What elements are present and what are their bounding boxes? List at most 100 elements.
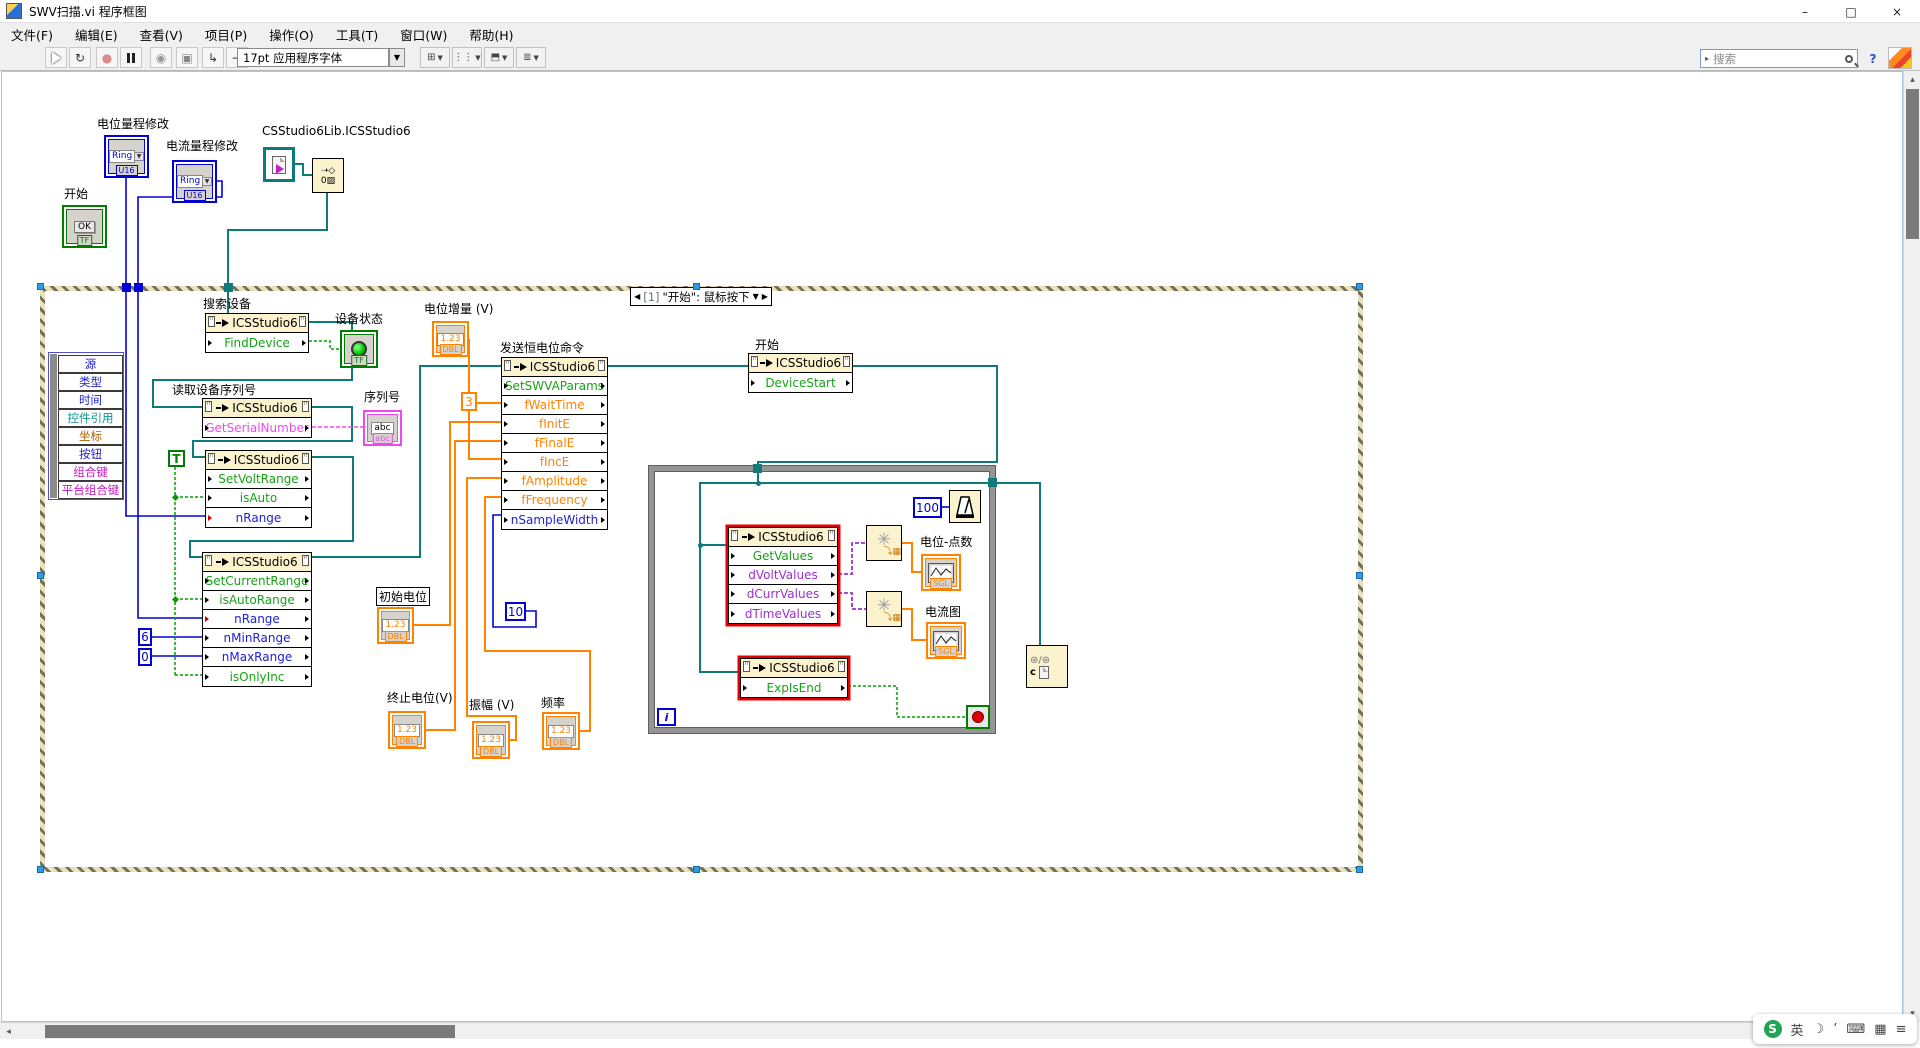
param-famplitude[interactable]: fAmplitude [502,472,607,491]
sogou-logo-icon[interactable]: S [1764,1020,1782,1038]
device-start-label[interactable]: 开始 [755,336,779,353]
event-data-coords[interactable]: 坐标 [58,427,123,445]
event-data-time[interactable]: 时间 [58,391,123,409]
param-fince[interactable]: fIncE [502,453,607,472]
loop-condition-terminal[interactable] [966,705,990,729]
start-button-label[interactable]: 开始 [64,185,88,202]
method-set-volt-range[interactable]: SetVoltRange [206,470,311,489]
method-device-start[interactable]: DeviceStart [749,373,852,392]
curr-range-ring-terminal[interactable]: Ring▼ U16 [172,160,217,203]
device-status-led[interactable]: TF [340,330,378,368]
event-data-source[interactable]: 源 [58,355,123,373]
param-ffrequency[interactable]: fFrequency [502,491,607,510]
amplitude-dbl-terminal[interactable]: 1.23 DBL [472,721,510,759]
invoke-node-exp-is-end[interactable]: ?!ICSStudio6?! ExpIsEnd [740,658,848,698]
init-e-label[interactable]: 初始电位 [376,587,430,606]
constructor-node[interactable]: ➝◇0▨ [312,158,344,193]
wait-time-constant[interactable]: 3 [461,392,477,411]
invoke-node-get-serial[interactable]: ?!ICSStudio6?! GetSerialNumber [202,398,312,438]
param-nsamplewidth[interactable]: nSampleWidth [502,510,607,529]
device-status-label[interactable]: 设备状态 [335,310,383,327]
class-constant-label[interactable]: CSStudio6Lib.ICSStudio6 [262,124,411,138]
loop-iteration-terminal[interactable]: i [657,708,676,726]
param-isautorange[interactable]: isAutoRange [203,591,311,610]
param-ffinale[interactable]: fFinalE [502,434,607,453]
frequency-dbl-terminal[interactable]: 1.23 DBL [542,712,580,750]
frequency-label[interactable]: 频率 [541,694,565,711]
selection-handle[interactable] [1356,572,1363,579]
event-data-button[interactable]: 按钮 [58,445,123,463]
chart-volt-label[interactable]: 电位-点数 [920,533,972,550]
method-set-swva-params[interactable]: SetSWVAParams [502,377,607,396]
ime-moon-icon[interactable]: ☽ [1813,1022,1825,1037]
method-find-device[interactable]: FindDevice [206,333,308,352]
ime-skin-icon[interactable]: ▦ [1874,1022,1886,1037]
invoke-node-find-device[interactable]: ?!ICSStudio6?! FindDevice [205,313,309,353]
nmin-constant[interactable]: 6 [138,628,152,646]
curr-range-label[interactable]: 电流量程修改 [166,137,238,154]
param-fwaittime[interactable]: fWaitTime [502,396,607,415]
ime-toolbar[interactable]: S 英 ☽ ’ ⌨ ▦ ≡ [1753,1014,1917,1044]
method-get-values[interactable]: GetValues [729,547,837,566]
event-data-ctlref[interactable]: 控件引用 [58,409,123,427]
param-nrange[interactable]: nRange [206,508,311,527]
selection-handle[interactable] [37,866,44,873]
selection-handle[interactable] [1356,866,1363,873]
method-get-serial[interactable]: GetSerialNumber [203,418,311,437]
param-dtimevalues[interactable]: dTimeValues [729,604,837,623]
param-dcurrvalues[interactable]: dCurrValues [729,585,837,604]
volt-chart-indicator[interactable]: SGL [921,554,961,591]
array-conversion-icon[interactable]: ✳ ⤵▦ [866,525,902,561]
init-e-dbl-terminal[interactable]: 1.23 DBL [377,607,414,644]
selection-handle[interactable] [37,283,44,290]
array-conversion-icon[interactable]: ✳ ⤵▦ [866,591,902,627]
param-nmaxrange[interactable]: nMaxRange [203,648,311,667]
method-exp-is-end[interactable]: ExpIsEnd [741,678,847,697]
increment-label[interactable]: 电位增量 (V) [424,300,493,317]
send-command-label[interactable]: 发送恒电位命令 [500,339,584,356]
serial-label[interactable]: 序列号 [364,388,400,405]
read-serial-label[interactable]: 读取设备序列号 [172,381,256,398]
event-data-mods[interactable]: 组合键 [58,463,123,481]
selection-handle[interactable] [1356,283,1363,290]
invoke-node-set-volt-range[interactable]: ?!ICSStudio6?! SetVoltRange isAuto nRang… [205,450,312,528]
true-constant[interactable]: T [168,450,185,467]
ime-keyboard-icon[interactable]: ⌨ [1846,1022,1865,1037]
invoke-node-get-values[interactable]: ?!ICSStudio6?! GetValues dVoltValues dCu… [728,527,838,624]
invoke-node-set-swva-params[interactable]: ?!ICSStudio6?! SetSWVAParams fWaitTime f… [501,357,608,530]
ime-menu-icon[interactable]: ≡ [1896,1022,1907,1037]
selection-handle[interactable] [693,283,700,290]
param-dvoltvalues[interactable]: dVoltValues [729,566,837,585]
final-e-dbl-terminal[interactable]: 1.23 DBL [388,711,426,749]
ime-punctuation-icon[interactable]: ’ [1833,1022,1837,1037]
increment-dbl-terminal[interactable]: 1.23 DBL [432,321,469,357]
param-isonlyinc[interactable]: isOnlyInc [203,667,311,686]
final-e-label[interactable]: 终止电位(V) [387,689,453,706]
selection-handle[interactable] [693,866,700,873]
event-data-node[interactable]: 源 类型 时间 控件引用 坐标 按钮 组合键 平台组合键 [48,352,124,500]
close-reference-node[interactable]: ⊛/⊛ c [1026,645,1068,688]
invoke-node-device-start[interactable]: ?!ICSStudio6?! DeviceStart [748,353,853,393]
find-device-label[interactable]: 搜索设备 [203,295,251,312]
event-data-type[interactable]: 类型 [58,373,123,391]
nmax-constant[interactable]: 0 [138,648,152,666]
chart-curr-label[interactable]: 电流图 [925,603,961,620]
dotnet-class-constant[interactable] [263,147,295,182]
param-finite[interactable]: fInitE [502,415,607,434]
sample-width-constant[interactable]: 10 [505,602,526,621]
amplitude-label[interactable]: 振幅 (V) [469,696,514,713]
wait-next-ms-multiple-icon[interactable] [949,490,981,523]
curr-chart-indicator[interactable]: SGL [926,622,966,659]
selection-handle[interactable] [37,572,44,579]
param-isauto[interactable]: isAuto [206,489,311,508]
volt-range-label[interactable]: 电位量程修改 [97,115,169,132]
wait-ms-constant[interactable]: 100 [913,497,942,518]
start-ok-button-terminal[interactable]: OK TF [62,205,107,248]
param-nminrange[interactable]: nMinRange [203,629,311,648]
invoke-node-set-current-range[interactable]: ?!ICSStudio6?! SetCurrentRange isAutoRan… [202,552,312,687]
method-set-current-range[interactable]: SetCurrentRange [203,572,311,591]
volt-range-ring-terminal[interactable]: Ring▼ U16 [104,135,149,178]
event-data-platmods[interactable]: 平台组合键 [58,481,123,499]
ime-language-toggle[interactable]: 英 [1791,1020,1804,1039]
param-nrange[interactable]: nRange [203,610,311,629]
